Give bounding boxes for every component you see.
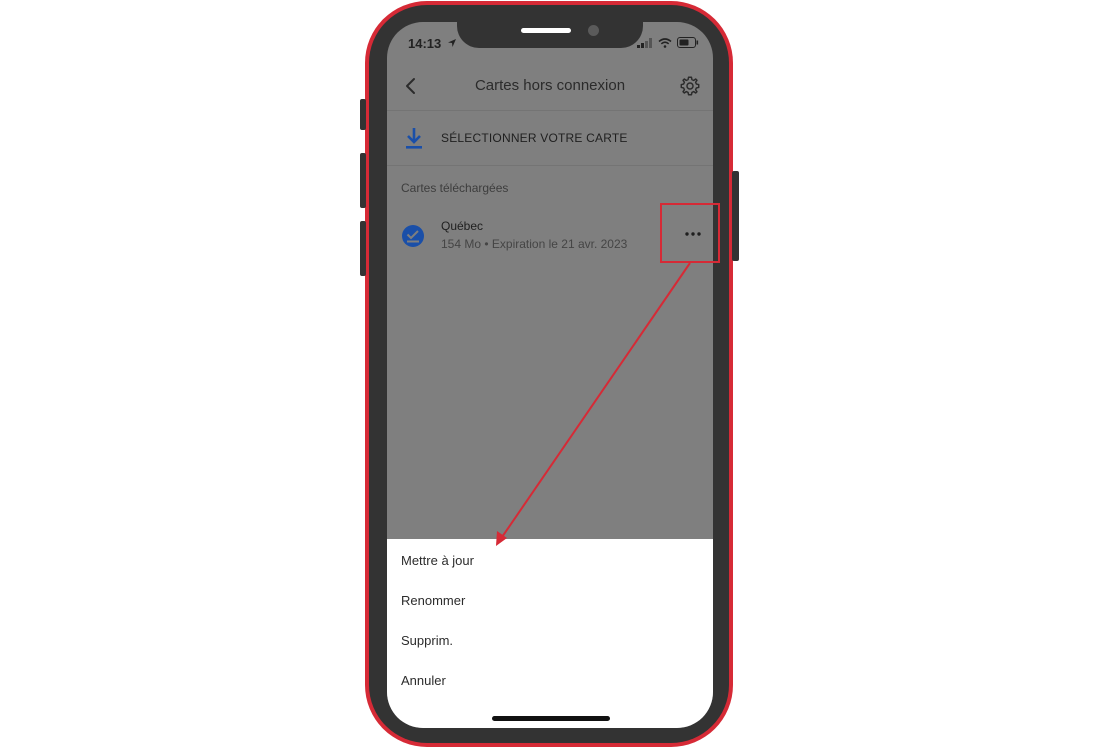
select-map-label: SÉLECTIONNER VOTRE CARTE — [441, 131, 628, 145]
power-button — [732, 171, 739, 261]
rename-option[interactable]: Renommer — [401, 593, 465, 608]
map-name: Québec — [441, 219, 484, 233]
wifi-icon — [658, 37, 672, 48]
update-option[interactable]: Mettre à jour — [401, 553, 474, 568]
mute-switch — [360, 99, 366, 130]
phone-screen: 14:13 Cartes hors connexion SÉLECTIONNER… — [387, 22, 713, 728]
page-title: Cartes hors connexion — [474, 77, 626, 94]
action-sheet: Mettre à jour Renommer Supprim. Annuler — [387, 539, 713, 728]
volume-up-button — [360, 153, 366, 208]
battery-icon — [677, 37, 699, 48]
download-icon — [406, 128, 422, 149]
status-time: 14:13 — [408, 36, 457, 51]
home-indicator — [492, 716, 610, 721]
highlight-box-annotation — [660, 203, 720, 263]
volume-down-button — [360, 221, 366, 276]
map-meta: 154 Mo • Expiration le 21 avr. 2023 — [441, 237, 628, 251]
delete-option[interactable]: Supprim. — [401, 633, 453, 648]
select-map-button[interactable]: SÉLECTIONNER VOTRE CARTE — [387, 111, 713, 166]
gear-icon[interactable] — [679, 75, 701, 97]
cancel-option[interactable]: Annuler — [401, 673, 446, 688]
speaker — [521, 28, 571, 33]
status-indicators — [637, 37, 699, 48]
check-circle-icon — [402, 225, 424, 247]
downloaded-section-label: Cartes téléchargées — [401, 181, 509, 195]
signal-icon — [637, 37, 652, 48]
app-bar: Cartes hors connexion — [387, 62, 713, 111]
location-arrow-icon — [447, 39, 456, 47]
notch — [457, 22, 643, 48]
front-camera — [588, 25, 599, 36]
